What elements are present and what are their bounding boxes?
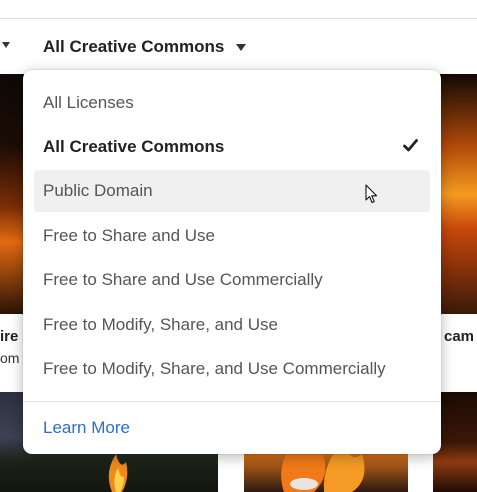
menu-item-label: All Licenses	[43, 93, 134, 112]
menu-item-free-to-modify-share-and-use-commercially[interactable]: Free to Modify, Share, and Use Commercia…	[34, 348, 430, 390]
learn-more-link[interactable]: Learn More	[43, 418, 130, 438]
menu-item-all-creative-commons[interactable]: All Creative Commons	[34, 126, 430, 168]
toolbar-divider	[0, 18, 477, 19]
caret-down-icon	[236, 43, 247, 51]
license-filter-label: All Creative Commons	[43, 37, 225, 56]
menu-item-label: Free to Modify, Share, and Use Commercia…	[43, 359, 386, 378]
license-dropdown-menu: All Licenses All Creative Commons Public…	[23, 70, 441, 454]
menu-item-label: Free to Modify, Share, and Use	[43, 315, 278, 334]
menu-item-label: Free to Share and Use Commercially	[43, 270, 323, 289]
caret-down-icon[interactable]	[2, 42, 10, 48]
result-photo[interactable]	[440, 74, 477, 314]
menu-item-label: Free to Share and Use	[43, 226, 215, 245]
menu-item-free-to-modify-share-and-use[interactable]: Free to Modify, Share, and Use	[34, 304, 430, 346]
license-filter-dropdown[interactable]: All Creative Commons	[43, 35, 247, 59]
menu-item-label: All Creative Commons	[43, 137, 225, 156]
checkmark-icon	[403, 139, 418, 152]
menu-divider	[23, 401, 441, 402]
result-title[interactable]: ire	[0, 328, 18, 345]
menu-item-free-to-share-and-use[interactable]: Free to Share and Use	[34, 215, 430, 257]
result-attribution: om	[0, 350, 20, 366]
menu-item-label: Public Domain	[43, 181, 153, 200]
menu-item-free-to-share-and-use-commercially[interactable]: Free to Share and Use Commercially	[34, 259, 430, 301]
result-title[interactable]: cam	[444, 328, 474, 345]
mouse-pointer-icon	[365, 184, 378, 204]
menu-item-all-licenses[interactable]: All Licenses	[34, 82, 430, 124]
result-photo[interactable]	[0, 74, 24, 314]
